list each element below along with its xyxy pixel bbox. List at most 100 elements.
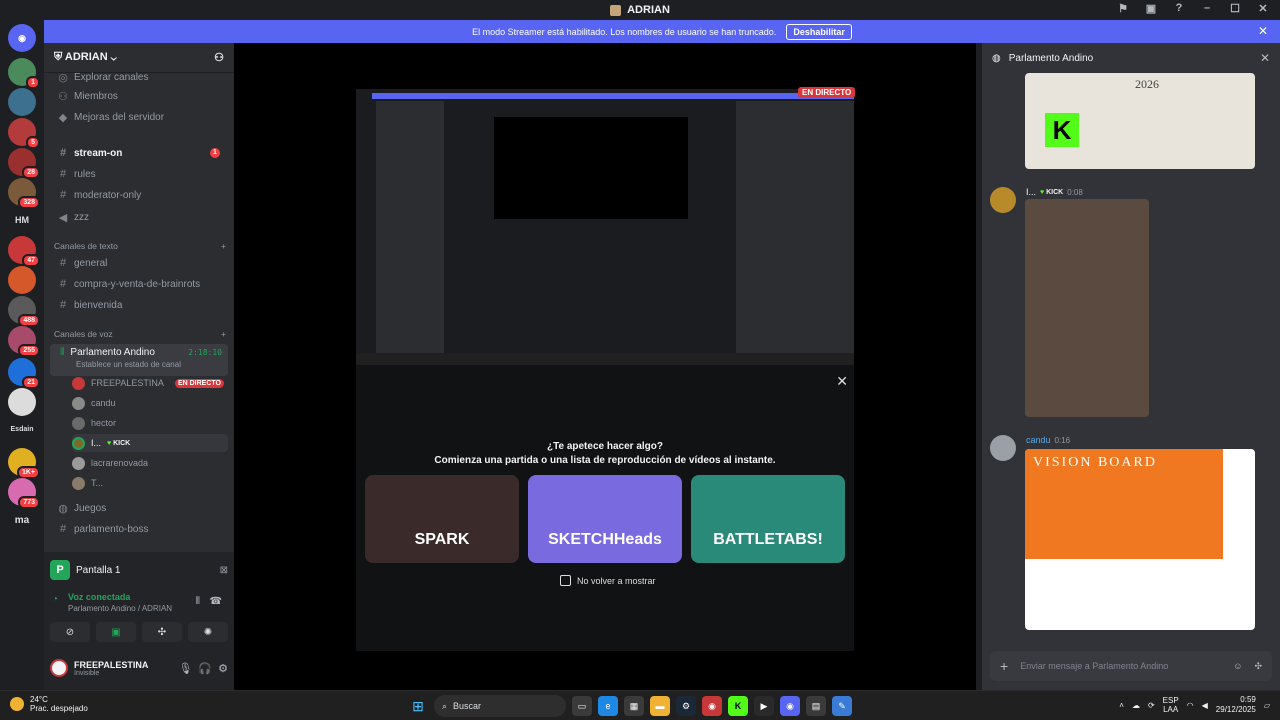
channel-zzz[interactable]: ◀ zzz (54, 207, 226, 227)
server-label[interactable]: Esdain (4, 426, 40, 433)
server-icon[interactable]: 1K+ (8, 448, 40, 479)
channel-juegos[interactable]: ◍ Juegos (54, 498, 226, 518)
sync-icon[interactable]: ⟳ (1148, 701, 1155, 710)
invite-icon[interactable]: ⚇ (214, 51, 224, 64)
server-icon[interactable]: 5 (8, 118, 40, 149)
activities-button[interactable]: ✣ (142, 622, 182, 642)
boosts-item[interactable]: ◆ Mejoras del servidor (54, 107, 226, 127)
stop-share-icon[interactable]: ⊠ (220, 565, 228, 576)
add-attachment-icon[interactable]: + (1000, 658, 1008, 674)
message-input[interactable]: + Enviar mensaje a Parlamento Andino ☺ ✣ (990, 651, 1272, 681)
voice-user[interactable]: FREEPALESTINA EN DIRECTO (72, 374, 228, 392)
inbox-icon[interactable]: ⚑ (1116, 2, 1130, 15)
server-icon[interactable]: 773 (8, 478, 40, 509)
noise-suppression-icon[interactable]: ⦀ (196, 596, 200, 607)
chevron-up-icon[interactable]: ˄ (1119, 701, 1124, 710)
server-icon[interactable]: 488 (8, 296, 40, 327)
language-indicator[interactable]: ESP LAA (1163, 696, 1179, 714)
dont-show-checkbox[interactable]: No volver a mostrar (560, 575, 656, 586)
kick-app-icon[interactable]: K (728, 696, 748, 716)
server-label[interactable]: HM (4, 215, 40, 225)
members-item[interactable]: ⚇ Miembros (54, 86, 226, 106)
notification-icon[interactable]: ▱ (1264, 701, 1270, 710)
wifi-icon[interactable]: ◠ (1187, 701, 1194, 710)
channel-moderator-only[interactable]: # moderator-only (54, 185, 226, 205)
store-icon[interactable]: ▦ (624, 696, 644, 716)
voice-user[interactable]: lacrarenovada (72, 454, 228, 472)
minimize-button[interactable]: – (1200, 2, 1214, 15)
add-channel-icon[interactable]: + (221, 329, 226, 339)
screen-share-row[interactable]: P Pantalla 1 ⊠ (50, 556, 228, 584)
close-window-button[interactable]: ✕ (1256, 2, 1270, 15)
close-icon[interactable]: ✕ (1260, 51, 1270, 65)
photo-collage-image[interactable] (1025, 199, 1149, 417)
server-icon[interactable]: 21 (8, 358, 40, 389)
server-icon[interactable] (8, 266, 36, 294)
share-screen-button[interactable]: ▣ (96, 622, 136, 642)
server-icon[interactable]: 47 (8, 236, 40, 267)
channel-bienvenida[interactable]: # bienvenida (54, 295, 226, 315)
stream-preview[interactable] (356, 89, 854, 365)
edge-icon[interactable]: e (598, 696, 618, 716)
add-channel-icon[interactable]: + (221, 241, 226, 251)
channel-stream-on[interactable]: # stream-on 1 (54, 143, 226, 163)
settings-icon[interactable]: ⚙ (218, 662, 228, 675)
cursor-app-icon[interactable]: ▶ (754, 696, 774, 716)
chrome-icon[interactable]: ◉ (702, 696, 722, 716)
task-view-icon[interactable]: ▭ (572, 696, 592, 716)
activity-card-battletabs[interactable]: BATTLETABS! (691, 475, 845, 563)
weather-widget[interactable]: 24°C Prac. despejado (10, 695, 88, 713)
server-label[interactable]: ma (4, 515, 40, 526)
discord-app-icon[interactable]: ◉ (780, 696, 800, 716)
volume-icon[interactable]: ◀ (1202, 701, 1208, 710)
category-text[interactable]: Canales de texto + (54, 241, 226, 251)
server-icon[interactable] (8, 88, 36, 116)
windows-start-icon[interactable]: ⊞ (408, 696, 428, 716)
signal-icon[interactable]: ◔ (52, 594, 58, 605)
channel-compra-y-venta[interactable]: # compra-y-venta-de-brainrots (54, 274, 226, 294)
mic-icon[interactable]: 🎙 (178, 662, 192, 675)
category-voice[interactable]: Canales de voz + (54, 329, 226, 339)
headphones-icon[interactable]: 🎧 (198, 662, 212, 675)
discord-home-icon[interactable]: ◉ (8, 24, 36, 52)
app-icon[interactable]: ▤ (806, 696, 826, 716)
disable-streamer-button[interactable]: Deshabilitar (786, 23, 852, 40)
voice-user[interactable]: I... ♥ KICK (72, 434, 228, 452)
server-icon[interactable]: 255 (8, 326, 40, 357)
collage-image[interactable]: 2026 K (1025, 73, 1255, 169)
channel-rules[interactable]: # rules (54, 164, 226, 184)
checkbox[interactable] (560, 575, 571, 586)
voice-user[interactable]: T... (72, 474, 228, 492)
apps-icon[interactable]: ✣ (1254, 661, 1262, 672)
close-icon[interactable]: ✕ (836, 373, 848, 390)
emoji-icon[interactable]: ☺ (1233, 661, 1242, 671)
server-icon[interactable]: 328 (8, 178, 40, 209)
avatar[interactable] (50, 659, 68, 677)
banner-close-icon[interactable]: ✕ (1258, 24, 1268, 38)
server-icon[interactable]: 1 (8, 58, 40, 89)
steam-icon[interactable]: ⚙ (676, 696, 696, 716)
activity-card-sketchheads[interactable]: SKETCHHeads (528, 475, 682, 563)
taskbar-search[interactable]: ⌕ Buscar (434, 695, 566, 717)
camera-off-button[interactable]: ⊘ (50, 622, 90, 642)
vision-board-image[interactable]: VISION BOARD (1025, 449, 1255, 630)
soundboard-button[interactable]: ✺ (188, 622, 228, 642)
maximize-button[interactable]: ☐ (1228, 2, 1242, 15)
activity-card-spark[interactable]: SPARK (365, 475, 519, 563)
snipping-tool-icon[interactable]: ✎ (832, 696, 852, 716)
channel-general[interactable]: # general (54, 253, 226, 273)
folder-icon[interactable]: ▬ (650, 696, 670, 716)
avatar[interactable] (990, 187, 1016, 213)
avatar[interactable] (990, 435, 1016, 461)
voice-user[interactable]: candu (72, 394, 228, 412)
pip-icon[interactable]: ▣ (1144, 2, 1158, 15)
disconnect-icon[interactable]: ☎ (210, 596, 222, 607)
onedrive-icon[interactable]: ☁ (1132, 701, 1140, 710)
voice-channel-parlamento[interactable]: ⦀ Parlamento Andino 2:18:10 Establece un … (50, 344, 228, 376)
server-icon[interactable]: 28 (8, 148, 40, 179)
voice-user[interactable]: hector (72, 414, 228, 432)
server-icon[interactable] (8, 388, 36, 416)
clock[interactable]: 0:59 29/12/2025 (1216, 695, 1256, 715)
voice-status[interactable]: Establece un estado de canal (76, 360, 228, 369)
channel-parlamento-boss[interactable]: # parlamento-boss (54, 519, 226, 539)
